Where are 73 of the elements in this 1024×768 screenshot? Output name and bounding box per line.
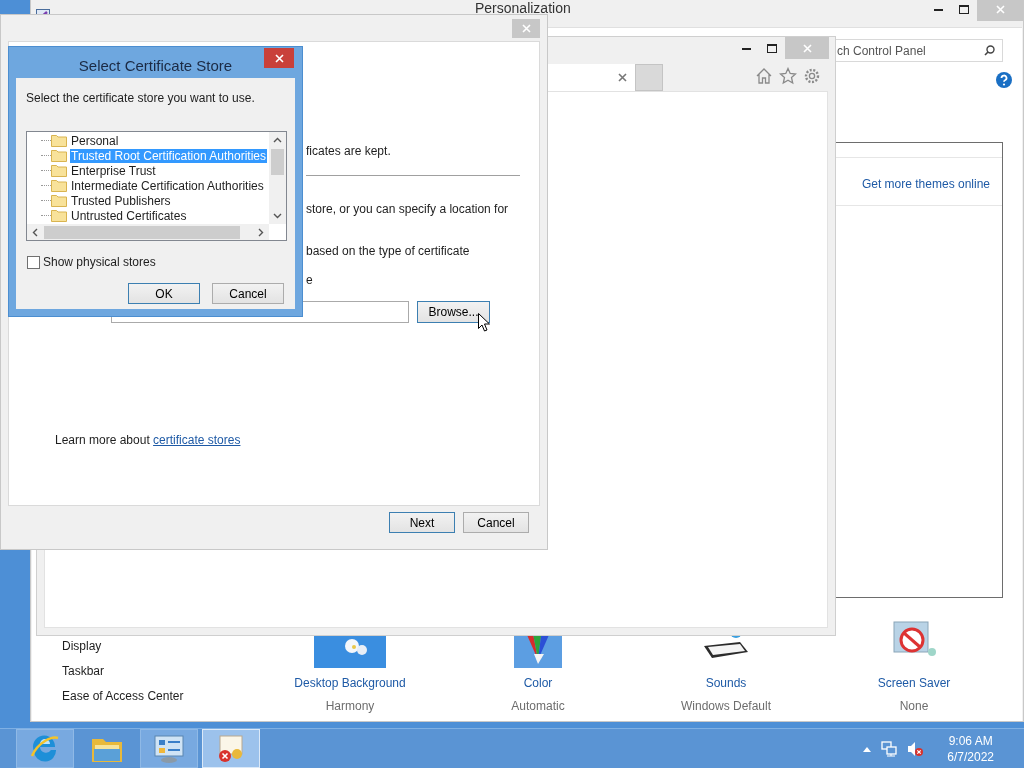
home-icon[interactable] [755,67,773,85]
close-icon [274,53,284,63]
setting-value: Automatic [511,698,565,715]
dialog-title: Select Certificate Store [77,56,234,76]
see-also-link[interactable]: Taskbar [62,662,256,680]
close-icon [521,24,531,33]
close-icon [618,73,627,82]
folder-icon [51,194,67,207]
folder-icon [51,209,67,222]
certificate-icon [216,733,246,764]
wizard-text: e [306,272,314,289]
folder-icon [51,149,67,162]
dialog-prompt: Select the certificate store you want to use. [26,90,256,107]
horizontal-scrollbar[interactable] [27,224,269,240]
window-title: Personalization [475,1,571,15]
network-icon[interactable] [881,740,898,757]
settings-icon[interactable] [803,67,821,85]
setting-value: Windows Default [680,698,771,715]
setting-link[interactable]: Desktop Background [294,674,406,692]
themes-link[interactable]: Get more themes online [861,175,990,193]
scroll-left-icon[interactable] [31,227,40,237]
scroll-up-icon[interactable] [273,136,282,145]
checkbox[interactable] [27,255,40,269]
minimize-icon [933,7,943,11]
close-button[interactable] [264,48,294,68]
maximize-icon [767,43,777,53]
wizard-text: store, or you can specify a location for [306,201,510,218]
setting-value: Harmony [325,698,375,715]
see-also-link[interactable]: Ease of Access Center [62,687,256,705]
store-item[interactable]: Untrusted Certificates [70,208,188,223]
certificate-stores-link[interactable]: certificate stores [153,433,241,447]
control-panel-icon [153,733,185,764]
checkbox-label: Show physical stores [43,254,156,271]
wizard-text: ficates are kept. [306,143,392,160]
scroll-thumb[interactable] [271,149,284,175]
store-item[interactable]: Trusted Publishers [70,193,172,208]
dialog-button[interactable]: Cancel [463,512,529,533]
see-also-link[interactable]: Display [62,637,256,655]
scroll-right-icon[interactable] [256,227,265,237]
dialog-button[interactable]: OK [128,283,200,304]
setting-link[interactable]: Sounds [705,674,747,692]
folder-icon [51,179,67,192]
browser-icon [30,733,60,764]
store-item[interactable]: Personal [70,133,120,148]
setting-link[interactable]: Screen Saver [877,674,951,692]
show-hidden-icons-icon[interactable] [863,745,872,752]
close-icon [995,4,1005,14]
scroll-thumb[interactable] [44,225,240,239]
dialog-button[interactable]: Cancel [212,283,284,304]
dialog-button[interactable]: Browse... [417,301,490,323]
star-icon[interactable] [779,67,797,85]
search-field[interactable]: ch Control Panel [835,39,1003,62]
setting-value: None [899,698,929,715]
search-icon [984,45,995,56]
scroll-down-icon[interactable] [273,211,282,220]
maximize-icon [959,4,969,14]
taskbar-button[interactable] [16,729,74,768]
folder-icon [51,164,67,177]
minimize-icon [741,46,751,50]
taskbar-button[interactable] [140,729,198,768]
wizard-text: based on the type of certificate [306,243,471,260]
close-icon [802,43,812,53]
setting-link[interactable]: Color [523,674,553,692]
folder-icon [51,134,67,147]
vertical-scrollbar[interactable] [269,132,286,224]
search-text: ch Control Panel [837,42,926,60]
store-item[interactable]: Enterprise Trust [70,163,157,178]
learn-more-text: Learn more about certificate stores [55,432,242,449]
store-item[interactable]: Intermediate Certification Authorities [70,178,265,193]
dialog-button[interactable]: Next [389,512,455,533]
mouse-pointer-icon [478,313,490,332]
help-icon[interactable] [996,72,1012,88]
muted-speaker-icon[interactable] [907,740,924,757]
